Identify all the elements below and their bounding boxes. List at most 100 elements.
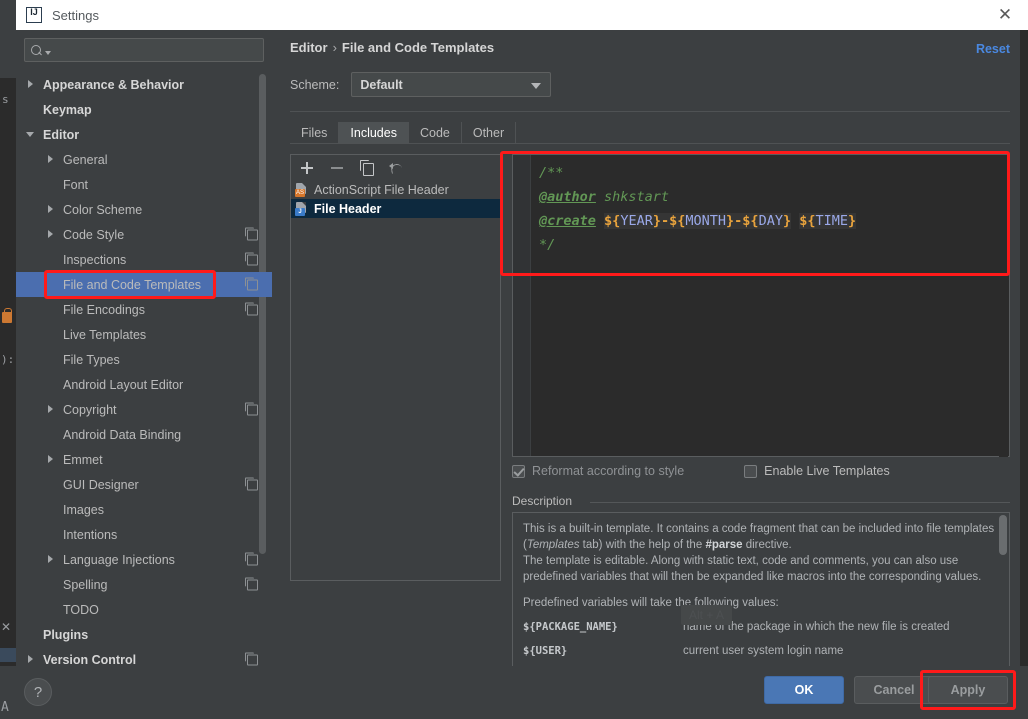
checkbox-enable-live-templates[interactable]: Enable Live Templates	[744, 464, 890, 478]
sidebar-item-intentions[interactable]: Intentions	[16, 522, 272, 547]
lock-icon	[2, 312, 12, 323]
checkbox-label: Enable Live Templates	[764, 464, 890, 478]
sidebar-item-keymap[interactable]: Keymap	[16, 97, 272, 122]
checkbox-box[interactable]	[744, 465, 757, 478]
sidebar-item-version-control[interactable]: Version Control	[16, 647, 272, 666]
sidebar-item-android-layout-editor[interactable]: Android Layout Editor	[16, 372, 272, 397]
tab-label: Code	[420, 126, 450, 140]
settings-dialog: Settings ✕ Appearance & BehaviorKeymapEd…	[16, 0, 1028, 719]
sidebar-item-label: Color Scheme	[63, 203, 142, 217]
chevron-right-icon[interactable]	[46, 154, 57, 165]
sidebar-item-plugins[interactable]: Plugins	[16, 622, 272, 647]
sidebar-item-color-scheme[interactable]: Color Scheme	[16, 197, 272, 222]
variable-row: ${PACKAGE_NAME}name of the package in wh…	[523, 619, 999, 635]
chevron-right-icon[interactable]	[46, 454, 57, 465]
ok-button[interactable]: OK	[764, 676, 844, 704]
chevron-down-icon[interactable]	[45, 51, 51, 55]
editor-gutter	[513, 155, 531, 456]
tab-files[interactable]: Files	[290, 122, 339, 144]
help-icon[interactable]: ?	[24, 678, 52, 706]
sidebar-item-label: Spelling	[63, 578, 107, 592]
checkbox-reformat-according-to-style[interactable]: Reformat according to style	[512, 464, 684, 478]
sidebar-item-inspections[interactable]: Inspections	[16, 247, 272, 272]
sidebar-item-label: Android Layout Editor	[63, 378, 183, 392]
tabs-underline	[290, 143, 1010, 144]
code-token: -	[661, 213, 669, 229]
code-token: }	[726, 213, 734, 229]
sidebar-item-android-data-binding[interactable]: Android Data Binding	[16, 422, 272, 447]
copy-settings-icon	[247, 254, 258, 265]
tab-code[interactable]: Code	[409, 122, 462, 144]
chevron-right-icon[interactable]	[46, 204, 57, 215]
tab-other[interactable]: Other	[462, 122, 516, 144]
chevron-right-icon[interactable]	[26, 654, 37, 665]
editor-scrollbar[interactable]	[999, 156, 1008, 457]
sidebar-item-appearance-behavior[interactable]: Appearance & Behavior	[16, 72, 272, 97]
sidebar-item-general[interactable]: General	[16, 147, 272, 172]
code-token: YEAR	[620, 213, 653, 229]
template-list-item[interactable]: JFile Header	[291, 199, 500, 218]
sidebar-item-images[interactable]: Images	[16, 497, 272, 522]
description-paragraph-3: Predefined variables will take the follo…	[523, 595, 999, 611]
sidebar-item-font[interactable]: Font	[16, 172, 272, 197]
settings-tree: Appearance & BehaviorKeymapEditorGeneral…	[16, 72, 272, 666]
close-icon[interactable]: ✕	[982, 0, 1028, 30]
scheme-dropdown[interactable]: Default	[351, 72, 551, 97]
twisty-spacer	[46, 279, 57, 290]
watermark-alt: Alt + A	[681, 605, 732, 625]
minus-icon[interactable]	[329, 160, 345, 176]
description-body: This is a built-in template. It contains…	[512, 512, 1010, 686]
sidebar-item-label: File Encodings	[63, 303, 145, 317]
search-icon	[31, 44, 44, 57]
sidebar-item-emmet[interactable]: Emmet	[16, 447, 272, 472]
description-p1-italic: Templates	[527, 539, 580, 551]
sidebar-item-spelling[interactable]: Spelling	[16, 572, 272, 597]
template-list-item[interactable]: ASActionScript File Header	[291, 180, 500, 199]
close-small-icon: ✕	[1, 620, 11, 634]
chevron-right-icon[interactable]	[46, 404, 57, 415]
copy-icon[interactable]	[359, 160, 375, 176]
sidebar-item-label: Version Control	[43, 653, 136, 667]
breadcrumb-parent[interactable]: Editor	[290, 40, 328, 55]
editor-code-area[interactable]: /**@author shkstart@create ${YEAR}-${MON…	[531, 155, 1009, 456]
code-token: }	[848, 213, 856, 229]
search-input[interactable]	[55, 43, 257, 57]
sidebar-item-code-style[interactable]: Code Style	[16, 222, 272, 247]
twisty-spacer	[46, 254, 57, 265]
template-list-item-label: ActionScript File Header	[314, 183, 449, 197]
chevron-right-icon[interactable]	[46, 229, 57, 240]
plus-icon[interactable]	[299, 160, 315, 176]
sidebar-item-live-templates[interactable]: Live Templates	[16, 322, 272, 347]
code-token: shkstart	[596, 189, 669, 205]
sidebar-item-gui-designer[interactable]: GUI Designer	[16, 472, 272, 497]
checkbox-box[interactable]	[512, 465, 525, 478]
apply-button[interactable]: Apply	[928, 676, 1008, 704]
sidebar-item-label: Font	[63, 178, 88, 192]
sidebar-item-label: File and Code Templates	[63, 278, 201, 292]
cancel-button[interactable]: Cancel	[854, 676, 934, 704]
sidebar-item-editor[interactable]: Editor	[16, 122, 272, 147]
template-code-editor[interactable]: /**@author shkstart@create ${YEAR}-${MON…	[512, 154, 1010, 457]
sidebar-item-file-and-code-templates[interactable]: File and Code Templates	[16, 272, 272, 297]
breadcrumb: Editor›File and Code Templates	[290, 40, 494, 55]
description-paragraph-1: This is a built-in template. It contains…	[523, 521, 999, 553]
sidebar-item-copyright[interactable]: Copyright	[16, 397, 272, 422]
reset-link[interactable]: Reset	[976, 42, 1010, 56]
sidebar-item-label: TODO	[63, 603, 99, 617]
template-list-panel: ASActionScript File HeaderJFile Header	[290, 154, 501, 581]
dialog-title: Settings	[52, 8, 99, 23]
search-box[interactable]	[24, 38, 264, 62]
sidebar-item-todo[interactable]: TODO	[16, 597, 272, 622]
sidebar-item-file-encodings[interactable]: File Encodings	[16, 297, 272, 322]
description-scrollbar[interactable]	[999, 515, 1007, 555]
code-token: @author	[539, 189, 596, 205]
undo-icon[interactable]	[389, 160, 405, 176]
code-token: /**	[539, 165, 563, 181]
tab-includes[interactable]: Includes	[339, 122, 409, 144]
description-group-line	[590, 502, 1010, 503]
chevron-down-icon[interactable]	[26, 129, 37, 140]
chevron-right-icon[interactable]	[26, 79, 37, 90]
chevron-right-icon[interactable]	[46, 554, 57, 565]
sidebar-item-language-injections[interactable]: Language Injections	[16, 547, 272, 572]
sidebar-item-file-types[interactable]: File Types	[16, 347, 272, 372]
